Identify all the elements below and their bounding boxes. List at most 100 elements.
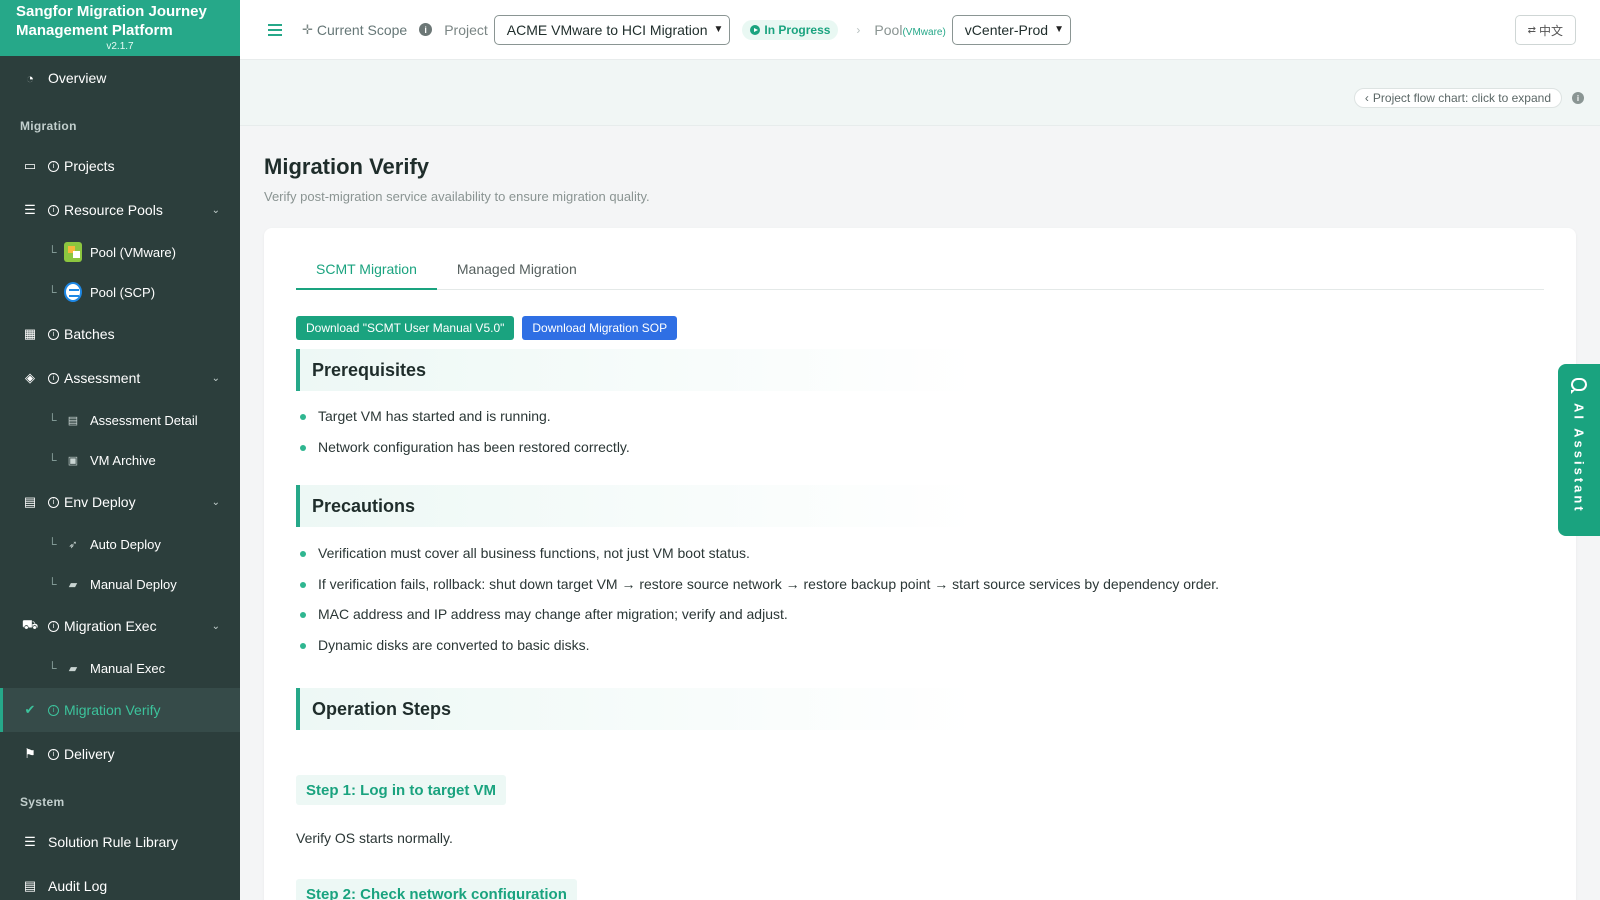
play-circle-icon xyxy=(750,24,761,35)
sidebar-item-label: Audit Log xyxy=(48,878,108,894)
status-text: In Progress xyxy=(764,22,831,37)
list-item: Dynamic disks are converted to basic dis… xyxy=(296,630,1219,661)
sidebar-item-overview[interactable]: ◔ Overview xyxy=(0,56,240,100)
sidebar-item-label: Manual Exec xyxy=(90,660,166,676)
flow-bar: ‹ Project flow chart: click to expand i xyxy=(240,60,1600,126)
chevron-down-icon: ⌄ xyxy=(211,496,220,508)
sidebar: Sangfor Migration Journey Management Pla… xyxy=(0,0,240,900)
shield-icon: ◈ xyxy=(25,370,35,385)
sidebar-item-resource-pools[interactable]: ☰ i Resource Pools ⌄ xyxy=(0,188,240,232)
sidebar-item-projects[interactable]: ▭ i Projects xyxy=(0,144,240,188)
log-icon: ▤ xyxy=(23,878,37,893)
sidebar-item-label: VM Archive xyxy=(90,452,156,468)
sidebar-item-label: Delivery xyxy=(64,746,115,762)
content-card: SCMT Migration Managed Migration Downloa… xyxy=(264,228,1576,900)
sidebar-item-label: Batches xyxy=(64,326,115,342)
sidebar-item-label: Migration Verify xyxy=(64,702,161,718)
tree-branch-icon: └ xyxy=(48,285,57,299)
topbar: ✛ Current Scope i Project ACME VMware to… xyxy=(240,0,1600,60)
step-circle-icon: i xyxy=(48,372,59,384)
pool-select-value: vCenter-Prod xyxy=(964,21,1049,38)
step-1-text: Verify OS starts normally. xyxy=(296,830,453,846)
tab-managed-migration[interactable]: Managed Migration xyxy=(437,248,597,290)
step-circle-icon: i xyxy=(48,160,59,172)
language-button[interactable]: ⇄ 中文 xyxy=(1514,15,1576,45)
tree-branch-icon: └ xyxy=(48,453,57,467)
vmware-logo-icon xyxy=(64,242,82,262)
chevron-left-icon: ‹ xyxy=(1364,91,1369,105)
sidebar-item-solution-rule-library[interactable]: ☰ Solution Rule Library xyxy=(0,820,240,864)
sidebar-subitem-auto-deploy[interactable]: └ ➶ Auto Deploy xyxy=(0,524,240,564)
list-item: If verification fails, rollback: shut do… xyxy=(296,569,1219,600)
status-badge: In Progress xyxy=(742,19,839,40)
sidebar-item-env-deploy[interactable]: ▤ i Env Deploy ⌄ xyxy=(0,480,240,524)
tree-branch-icon: └ xyxy=(48,577,57,591)
section-system: System xyxy=(20,795,65,809)
language-label: 中文 xyxy=(1538,23,1563,38)
sidebar-subitem-manual-exec[interactable]: └ ▰ Manual Exec xyxy=(0,648,240,688)
book-icon: ▰ xyxy=(68,578,78,591)
sidebar-item-label: Assessment xyxy=(64,370,141,386)
step-circle-icon: i xyxy=(48,204,59,216)
info-icon[interactable]: i xyxy=(1572,92,1584,104)
database-icon: ☰ xyxy=(24,834,36,849)
flow-chart-label: Project flow chart: click to expand xyxy=(1372,91,1551,105)
app-title: Sangfor Migration Journey Management Pla… xyxy=(16,3,207,39)
tab-scmt-migration[interactable]: SCMT Migration xyxy=(296,248,437,290)
check-circle-icon: ✔ xyxy=(24,702,36,717)
sidebar-subitem-assessment-detail[interactable]: └ ▤ Assessment Detail xyxy=(0,400,240,440)
chevron-down-icon: ▼ xyxy=(713,24,724,35)
list-item: Target VM has started and is running. xyxy=(296,401,630,432)
tree-branch-icon: └ xyxy=(48,537,57,551)
tree-branch-icon: └ xyxy=(48,413,57,427)
translate-icon: ⇄ xyxy=(1527,24,1536,36)
sidebar-item-delivery[interactable]: ⚑ i Delivery xyxy=(0,732,240,776)
current-scope: ✛ Current Scope i xyxy=(302,21,433,38)
brand-header: Sangfor Migration Journey Management Pla… xyxy=(0,0,240,56)
sidebar-item-label: Assessment Detail xyxy=(90,412,198,428)
tree-branch-icon: └ xyxy=(48,245,57,259)
download-manual-button[interactable]: Download "SCMT User Manual V5.0" xyxy=(296,316,515,340)
precautions-list: Verification must cover all business fun… xyxy=(296,538,1219,660)
flow-chart-expand-button[interactable]: ‹ Project flow chart: click to expand xyxy=(1353,88,1562,108)
sidebar-item-label: Manual Deploy xyxy=(90,576,177,592)
menu-toggle-icon[interactable] xyxy=(268,23,282,36)
sidebar-subitem-pool-vmware[interactable]: └ Pool (VMware) xyxy=(0,232,240,272)
list-item: MAC address and IP address may change af… xyxy=(296,599,1219,630)
project-label: Project xyxy=(444,21,488,38)
sidebar-item-label: Pool (VMware) xyxy=(90,244,176,260)
sidebar-item-batches[interactable]: ▦ i Batches xyxy=(0,312,240,356)
database-icon: ☰ xyxy=(24,202,36,217)
book-icon: ▰ xyxy=(68,662,78,675)
pool-label: Pool(VMware) xyxy=(874,22,945,38)
sidebar-subitem-vm-archive[interactable]: └ ▣ VM Archive xyxy=(0,440,240,480)
sidebar-subitem-pool-scp[interactable]: └ Pool (SCP) xyxy=(0,272,240,312)
sidebar-subitem-manual-deploy[interactable]: └ ▰ Manual Deploy xyxy=(0,564,240,604)
sidebar-item-audit-log[interactable]: ▤ Audit Log xyxy=(0,864,240,900)
section-migration: Migration xyxy=(20,119,77,133)
pool-label-text: Pool xyxy=(874,21,903,38)
step-circle-icon: i xyxy=(48,748,59,760)
sidebar-item-migration-verify[interactable]: ✔ i Migration Verify xyxy=(0,688,240,732)
sidebar-item-label: Projects xyxy=(64,158,115,174)
project-select[interactable]: ACME VMware to HCI Migration ▼ xyxy=(493,14,731,45)
section-operation-steps: Operation Steps xyxy=(296,688,976,730)
sidebar-item-assessment[interactable]: ◈ i Assessment ⌄ xyxy=(0,356,240,400)
info-icon[interactable]: i xyxy=(419,23,433,36)
sidebar-item-label: Migration Exec xyxy=(64,618,157,634)
step-1-title: Step 1: Log in to target VM xyxy=(296,775,506,805)
step-circle-icon: i xyxy=(48,620,59,632)
sidebar-item-migration-exec[interactable]: ⛟ i Migration Exec ⌄ xyxy=(0,604,240,648)
pool-select[interactable]: vCenter-Prod ▼ xyxy=(951,14,1071,45)
archive-icon: ▣ xyxy=(67,454,79,467)
page-subtitle: Verify post-migration service availabili… xyxy=(264,189,650,204)
sidebar-item-label: Overview xyxy=(48,70,107,86)
download-sop-button[interactable]: Download Migration SOP xyxy=(522,316,678,340)
dashboard-icon: ◔ xyxy=(26,70,34,86)
chat-icon xyxy=(1571,378,1587,394)
step-circle-icon: i xyxy=(48,496,59,508)
scope-label: Current Scope xyxy=(316,21,408,38)
flag-icon: ⚑ xyxy=(24,746,36,761)
rocket-icon: ➶ xyxy=(68,538,78,551)
ai-assistant-button[interactable]: AI Assistant xyxy=(1558,364,1600,536)
